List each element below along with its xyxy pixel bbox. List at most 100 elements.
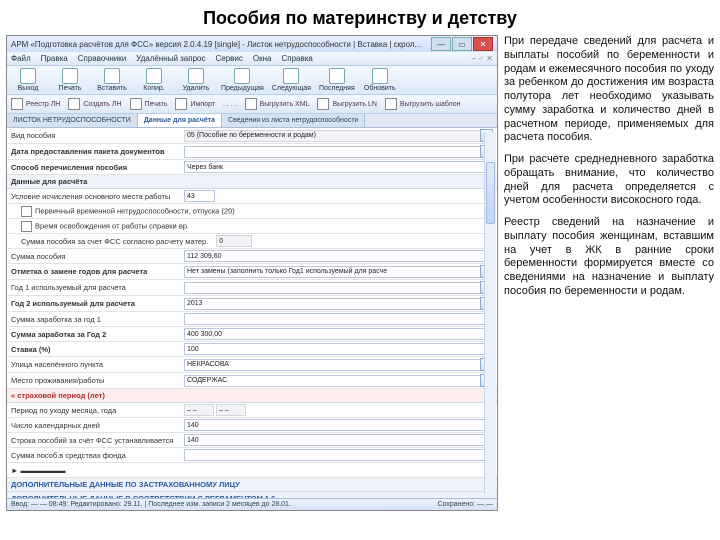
close-button[interactable]: ✕ bbox=[473, 37, 493, 51]
section-extra1[interactable]: ДОПОЛНИТЕЛЬНЫЕ ДАННЫЕ ПО ЗАСТРАХОВАННОМУ… bbox=[7, 478, 497, 492]
lbl-year1: Год 1 используемый для расчета bbox=[7, 282, 180, 293]
checkbox-1[interactable] bbox=[21, 206, 32, 217]
tb-next[interactable]: Следующая bbox=[272, 68, 311, 92]
sum2-field[interactable]: 400 300,00 bbox=[184, 328, 493, 340]
benefit-type-field[interactable]: 05 (Пособие по беременности и родам) bbox=[184, 130, 481, 142]
tabs: ЛИСТОК НЕТРУДОСПОСОБНОСТИ Данные для рас… bbox=[7, 114, 497, 128]
lbl-addr2: Место проживания/работы bbox=[7, 375, 180, 386]
menu-ref[interactable]: Справочники bbox=[78, 54, 126, 63]
row1-label: Первичный временной нетрудоспособности, … bbox=[35, 206, 235, 215]
tb-last[interactable]: Последняя bbox=[319, 68, 355, 92]
lbl-days1: Число календарных дней bbox=[7, 420, 180, 431]
tb-copy[interactable]: Копир. bbox=[137, 68, 171, 92]
lbl-sum2: Сумма заработка за Год 2 bbox=[7, 329, 180, 340]
tb-prev[interactable]: Предыдущая bbox=[221, 68, 264, 92]
rate-field[interactable]: 100 bbox=[184, 343, 493, 355]
tb2-sep: . . . . bbox=[223, 98, 237, 110]
lbl-benefit-type: Вид пособия bbox=[7, 130, 180, 141]
row2-label: Время освобождения от работы справки вр. bbox=[35, 221, 189, 230]
paragraph-1: При передаче сведений для расчета и выпл… bbox=[504, 35, 714, 145]
title-bar: АРМ «Подготовка расчётов для ФСС» версия… bbox=[7, 36, 497, 52]
tb2-print[interactable]: Печать bbox=[130, 98, 168, 110]
lbl-addr: Улица населённого пункта bbox=[7, 359, 180, 370]
lbl-year2: Год 2 используемый для расчета bbox=[7, 298, 180, 309]
tb2-exp-xml[interactable]: Выгрузить XML bbox=[245, 98, 310, 110]
list-icon bbox=[11, 98, 23, 110]
menu-remote[interactable]: Удалённый запрос bbox=[136, 54, 205, 63]
status-bar: Ввод: — — 08:49: Редактировано: 29.11. |… bbox=[7, 498, 497, 510]
menu-help[interactable]: Справка bbox=[282, 54, 313, 63]
year2-field[interactable]: 2013 bbox=[184, 298, 481, 310]
print-icon bbox=[62, 68, 78, 84]
menu-service[interactable]: Сервис bbox=[216, 54, 243, 63]
add-icon bbox=[104, 68, 120, 84]
tb2-import[interactable]: Импорт bbox=[175, 98, 214, 110]
tab-calc-data[interactable]: Данные для расчёта bbox=[138, 114, 222, 127]
vertical-scrollbar[interactable] bbox=[484, 132, 496, 494]
year1-field[interactable] bbox=[184, 282, 481, 294]
addr2-field[interactable]: СОДЕРЖАС bbox=[184, 375, 481, 387]
side-text: При передаче сведений для расчета и выпл… bbox=[504, 35, 714, 511]
main-toolbar: Выход Печать Вставить Копир. Удалить Пре… bbox=[7, 66, 497, 95]
days1-field[interactable]: 140 bbox=[184, 419, 493, 431]
tb-refresh[interactable]: Обновить bbox=[363, 68, 397, 92]
slide-title: Пособия по материнству и детству bbox=[0, 8, 720, 29]
app-window: АРМ «Подготовка расчётов для ФСС» версия… bbox=[6, 35, 498, 511]
lbl-period: Период по уходу месяца, года bbox=[7, 405, 180, 416]
doc-date-field[interactable] bbox=[184, 146, 481, 158]
exit-icon bbox=[20, 68, 36, 84]
tb2-exp-tpl[interactable]: Выгрузить шаблон bbox=[385, 98, 461, 110]
menu-edit[interactable]: Правка bbox=[41, 54, 68, 63]
checkbox-2[interactable] bbox=[21, 221, 32, 232]
lbl-pay-method: Способ перечисления пособия bbox=[7, 162, 180, 173]
paragraph-2: При расчете среднедневного заработка обр… bbox=[504, 153, 714, 208]
lbl-rate: Ставка (%) bbox=[7, 344, 180, 355]
days3-field[interactable] bbox=[184, 449, 493, 461]
tb-exit[interactable]: Выход bbox=[11, 68, 45, 92]
lbl-days2: Строка пособий за счёт ФСС устанавливает… bbox=[7, 435, 180, 446]
import-icon bbox=[175, 98, 187, 110]
lbl-doc-date: Дата предоставления пакета документов bbox=[7, 146, 180, 157]
refresh-icon bbox=[372, 68, 388, 84]
printer-icon bbox=[130, 98, 142, 110]
amount-field[interactable]: 112 309,60 bbox=[184, 250, 493, 262]
tb-delete[interactable]: Удалить bbox=[179, 68, 213, 92]
lbl-replace: Отметка о замене годов для расчета bbox=[7, 266, 180, 277]
secondary-toolbar: Реестр ЛН Создать ЛН Печать Импорт . . .… bbox=[7, 95, 497, 114]
menu-bar: Файл Правка Справочники Удалённый запрос… bbox=[7, 52, 497, 66]
lbl-main-job: Условие исчисления основного места работ… bbox=[7, 191, 180, 202]
next-icon bbox=[283, 68, 299, 84]
lbl-days3: Сумма пособ.в средствах фонда bbox=[7, 450, 180, 461]
lbl-amount: Сумма пособия bbox=[7, 251, 180, 262]
tb-insert[interactable]: Вставить bbox=[95, 68, 129, 92]
tb2-create[interactable]: Создать ЛН bbox=[68, 98, 121, 110]
pay-method-field[interactable]: Через банк bbox=[184, 161, 493, 173]
menu-file[interactable]: Файл bbox=[11, 54, 31, 63]
tb2-registry[interactable]: Реестр ЛН bbox=[11, 98, 60, 110]
tb-print[interactable]: Печать bbox=[53, 68, 87, 92]
tab-ln-info[interactable]: Сведения из листа нетрудоспособности bbox=[222, 114, 365, 127]
replace-field[interactable]: Нет замены (заполнить только Год1 исполь… bbox=[184, 266, 481, 278]
period-m[interactable]: – – bbox=[184, 404, 214, 416]
main-job-field[interactable]: 43 bbox=[184, 190, 215, 202]
doc-icon bbox=[317, 98, 329, 110]
row3-label: Сумма пособия за счет ФСС согласно расче… bbox=[7, 236, 212, 247]
sum1-field[interactable] bbox=[184, 313, 493, 325]
period-y[interactable]: – – bbox=[216, 404, 246, 416]
status-left: Ввод: — — 08:49: Редактировано: 29.11. |… bbox=[11, 501, 291, 508]
maximize-button[interactable]: ▭ bbox=[452, 37, 472, 51]
tab-ln[interactable]: ЛИСТОК НЕТРУДОСПОСОБНОСТИ bbox=[7, 114, 138, 127]
copy-icon bbox=[146, 68, 162, 84]
minimize-button[interactable]: — bbox=[431, 37, 451, 51]
last-icon bbox=[329, 68, 345, 84]
small-field[interactable]: 0 bbox=[216, 235, 252, 247]
trash-icon bbox=[188, 68, 204, 84]
form-area: Вид пособия 05 (Пособие по беременности и… bbox=[7, 128, 497, 498]
lbl-sum1: Сумма заработка за год 1 bbox=[7, 314, 180, 325]
scroll-thumb[interactable] bbox=[486, 162, 495, 224]
days2-field[interactable]: 140 bbox=[184, 434, 493, 446]
addr-field[interactable]: НЕКРАСОВА bbox=[184, 359, 481, 371]
tb2-exp-ln[interactable]: Выгрузить LN bbox=[317, 98, 376, 110]
section-calc: Данные для расчёта bbox=[7, 175, 497, 189]
menu-windows[interactable]: Окна bbox=[253, 54, 272, 63]
